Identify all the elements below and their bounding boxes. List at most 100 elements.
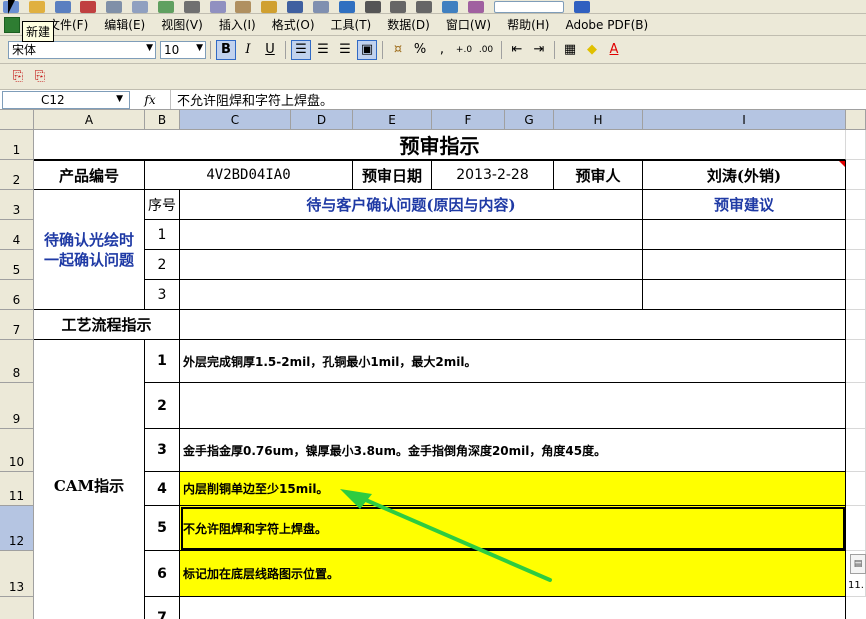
hyperlink-icon[interactable] bbox=[338, 1, 355, 13]
seq-label[interactable]: 序号 bbox=[145, 190, 180, 220]
menu-format[interactable]: 格式(O) bbox=[272, 16, 315, 33]
cell-j3[interactable] bbox=[846, 190, 866, 220]
cell-j11[interactable] bbox=[846, 472, 866, 506]
row-header-9[interactable]: 9 bbox=[0, 383, 34, 429]
cam-num-3[interactable]: 3 bbox=[145, 429, 180, 472]
help-icon[interactable] bbox=[573, 1, 590, 13]
font-combo[interactable]: 宋体 ▼ bbox=[8, 40, 156, 59]
cam-num-1[interactable]: 1 bbox=[145, 340, 180, 383]
percent-button[interactable]: % bbox=[410, 40, 430, 60]
confirm-num-2[interactable]: 2 bbox=[145, 250, 180, 280]
row-header-3[interactable]: 3 bbox=[0, 190, 34, 220]
increase-indent-icon[interactable]: ⇥ bbox=[529, 40, 549, 60]
product-label[interactable]: 产品编号 bbox=[34, 160, 145, 190]
row-header-7[interactable]: 7 bbox=[0, 310, 34, 340]
preview-icon[interactable] bbox=[132, 1, 149, 13]
underline-button[interactable]: U bbox=[260, 40, 280, 60]
cam-text-3[interactable]: 金手指金厚0.76um，镍厚最小3.8um。金手指倒角深度20mil，角度45度… bbox=[180, 429, 846, 472]
cell-j2[interactable] bbox=[846, 160, 866, 190]
suggestion-cell-2[interactable] bbox=[643, 250, 846, 280]
borders-icon[interactable]: ▦ bbox=[560, 40, 580, 60]
menu-adobe-pdf[interactable]: Adobe PDF(B) bbox=[565, 18, 648, 32]
undo-icon[interactable] bbox=[287, 1, 304, 13]
col-header-a[interactable]: A bbox=[34, 110, 145, 130]
redo-icon[interactable] bbox=[312, 1, 329, 13]
zoom-combo[interactable] bbox=[493, 1, 564, 13]
col-header-e[interactable]: E bbox=[353, 110, 432, 130]
row-header-10[interactable]: 10 bbox=[0, 429, 34, 472]
menu-insert[interactable]: 插入(I) bbox=[219, 16, 256, 33]
excel-doc-icon[interactable] bbox=[4, 16, 20, 33]
cam-num-4[interactable]: 4 bbox=[145, 472, 180, 506]
cam-text-7[interactable] bbox=[180, 597, 846, 619]
suggestion-cell-1[interactable] bbox=[643, 220, 846, 250]
menu-edit[interactable]: 编辑(E) bbox=[104, 16, 145, 33]
fill-color-icon[interactable]: ◆ bbox=[582, 40, 602, 60]
formula-input[interactable]: 不允许阻焊和字符上焊盘。 bbox=[170, 90, 866, 109]
open-icon[interactable] bbox=[28, 1, 45, 13]
row-header-12[interactable]: 12 bbox=[0, 506, 34, 551]
menu-file[interactable]: 文件(F) bbox=[48, 16, 88, 33]
menu-view[interactable]: 视图(V) bbox=[161, 16, 203, 33]
date-label[interactable]: 预审日期 bbox=[353, 160, 432, 190]
col-header-d[interactable]: D bbox=[291, 110, 353, 130]
menu-window[interactable]: 窗口(W) bbox=[446, 16, 491, 33]
align-center-icon[interactable]: ☰ bbox=[313, 40, 333, 60]
cam-text-6[interactable]: 标记加在底层线路图示位置。 bbox=[180, 551, 846, 597]
question-cell-3[interactable] bbox=[180, 280, 643, 310]
confirm-block-label[interactable]: 待确认光绘时 一起确认问题 bbox=[34, 190, 145, 310]
product-value[interactable]: 4V2BD04IA0 bbox=[145, 160, 353, 190]
cell-j1[interactable] bbox=[846, 130, 866, 160]
menu-tools[interactable]: 工具(T) bbox=[331, 16, 372, 33]
cell-j5[interactable] bbox=[846, 250, 866, 280]
fx-icon[interactable]: fx bbox=[130, 93, 170, 107]
copy-icon[interactable] bbox=[209, 1, 226, 13]
cam-num-2[interactable]: 2 bbox=[145, 383, 180, 429]
cam-text-1[interactable]: 外层完成铜厚1.5-2mil，孔铜最小1mil，最大2mil。 bbox=[180, 340, 846, 383]
bold-button[interactable]: B bbox=[216, 39, 236, 60]
col-header-c[interactable]: C bbox=[180, 110, 291, 130]
col-header-b[interactable]: B bbox=[145, 110, 180, 130]
save-icon[interactable] bbox=[54, 1, 71, 13]
cam-num-7[interactable]: 7 bbox=[145, 597, 180, 619]
process-label[interactable]: 工艺流程指示 bbox=[34, 310, 180, 340]
row-header-2[interactable]: 2 bbox=[0, 160, 34, 190]
cam-label[interactable]: CAM指示 bbox=[34, 340, 145, 619]
process-cell[interactable] bbox=[180, 310, 846, 340]
confirm-num-3[interactable]: 3 bbox=[145, 280, 180, 310]
col-header-j[interactable] bbox=[846, 110, 866, 130]
cell-j9[interactable] bbox=[846, 383, 866, 429]
question-header[interactable]: 待与客户确认问题(原因与内容) bbox=[180, 190, 643, 220]
align-right-icon[interactable]: ☰ bbox=[335, 40, 355, 60]
col-header-i[interactable]: I bbox=[643, 110, 846, 130]
menu-data[interactable]: 数据(D) bbox=[387, 16, 430, 33]
drawing-icon[interactable] bbox=[467, 1, 484, 13]
cam-text-5[interactable]: 不允许阻焊和字符上焊盘。 bbox=[180, 506, 846, 551]
cell-j10[interactable] bbox=[846, 429, 866, 472]
cell-j7[interactable] bbox=[846, 310, 866, 340]
decrease-decimal-button[interactable]: .00 bbox=[476, 40, 496, 60]
row-header-14[interactable] bbox=[0, 597, 34, 619]
confirm-num-1[interactable]: 1 bbox=[145, 220, 180, 250]
spelling-icon[interactable] bbox=[157, 1, 174, 13]
format-painter-icon[interactable] bbox=[261, 1, 278, 13]
question-cell-2[interactable] bbox=[180, 250, 643, 280]
cell-j8[interactable] bbox=[846, 340, 866, 383]
cam-text-2[interactable] bbox=[180, 383, 846, 429]
cam-num-6[interactable]: 6 bbox=[145, 551, 180, 597]
sort-desc-icon[interactable] bbox=[416, 1, 433, 13]
comma-button[interactable]: , bbox=[432, 40, 452, 60]
cell-j6[interactable] bbox=[846, 280, 866, 310]
question-cell-1[interactable] bbox=[180, 220, 643, 250]
row-header-5[interactable]: 5 bbox=[0, 250, 34, 280]
decrease-indent-icon[interactable]: ⇤ bbox=[507, 40, 527, 60]
reviewer-value[interactable]: 刘涛(外销) bbox=[643, 160, 846, 190]
cut-icon[interactable] bbox=[183, 1, 200, 13]
currency-icon[interactable]: ¤ bbox=[388, 40, 408, 60]
row-header-8[interactable]: 8 bbox=[0, 340, 34, 383]
cam-num-5[interactable]: 5 bbox=[145, 506, 180, 551]
select-all-corner[interactable] bbox=[0, 110, 34, 130]
autosum-icon[interactable] bbox=[364, 1, 381, 13]
permission-icon[interactable] bbox=[80, 1, 97, 13]
merge-center-icon[interactable]: ▣ bbox=[357, 39, 377, 60]
